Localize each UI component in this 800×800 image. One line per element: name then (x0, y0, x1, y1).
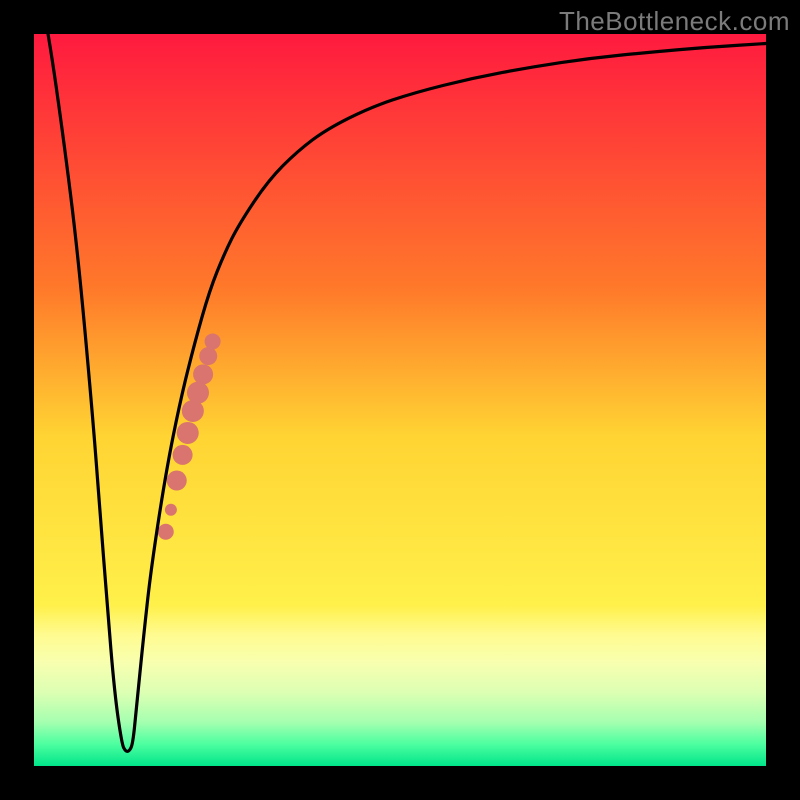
highlight-dot (165, 504, 177, 516)
bottleneck-curve (34, 34, 766, 751)
curve-layer (34, 34, 766, 766)
highlight-dot (158, 524, 174, 540)
highlight-dot (205, 333, 221, 349)
plot-area (34, 34, 766, 766)
highlight-dot (199, 347, 217, 365)
highlight-dot (187, 382, 209, 404)
chart-frame: TheBottleneck.com (0, 0, 800, 800)
highlight-dot (173, 445, 193, 465)
watermark-text: TheBottleneck.com (559, 6, 790, 37)
highlight-dot (167, 471, 187, 491)
highlight-dot (177, 422, 199, 444)
highlight-dot (193, 364, 213, 384)
